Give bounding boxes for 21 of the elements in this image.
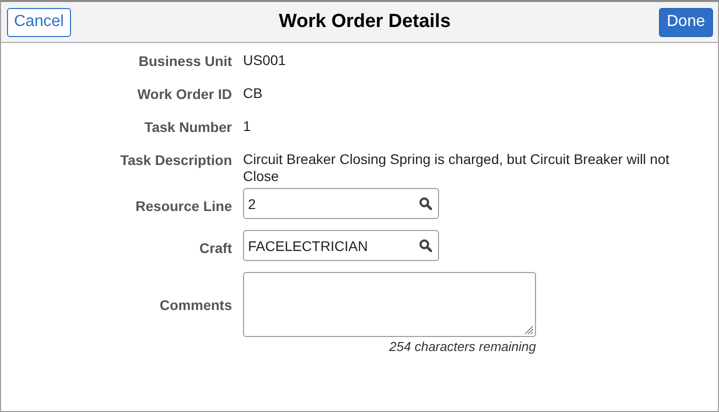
comments-field[interactable] <box>243 272 536 337</box>
cancel-button[interactable]: Cancel <box>7 8 71 36</box>
search-icon[interactable] <box>419 239 432 252</box>
field-label: Task Description <box>119 151 232 170</box>
done-button[interactable]: Done <box>658 8 713 36</box>
field-value: 1 <box>243 118 251 134</box>
page-title: Work Order Details <box>278 11 451 33</box>
lookup-field[interactable]: 2 <box>243 188 439 219</box>
resize-grip-icon[interactable] <box>524 325 533 334</box>
field-label: Comments <box>158 296 232 315</box>
field-value: Circuit Breaker Closing Spring is charged, but Circuit Breaker will not Close <box>243 151 670 184</box>
field-label: Task Number <box>143 118 232 137</box>
field-label: Resource Line <box>134 197 232 216</box>
search-icon[interactable] <box>419 197 432 210</box>
field-label: Work Order ID <box>136 85 232 104</box>
field-label: Craft <box>198 239 232 258</box>
field-label: Business Unit <box>138 52 232 71</box>
lookup-field[interactable]: FACELECTRICIAN <box>243 230 439 261</box>
field-value: US001 <box>243 52 286 68</box>
characters-remaining-note: 254 characters remaining <box>389 339 536 354</box>
field-value: CB <box>243 85 262 101</box>
